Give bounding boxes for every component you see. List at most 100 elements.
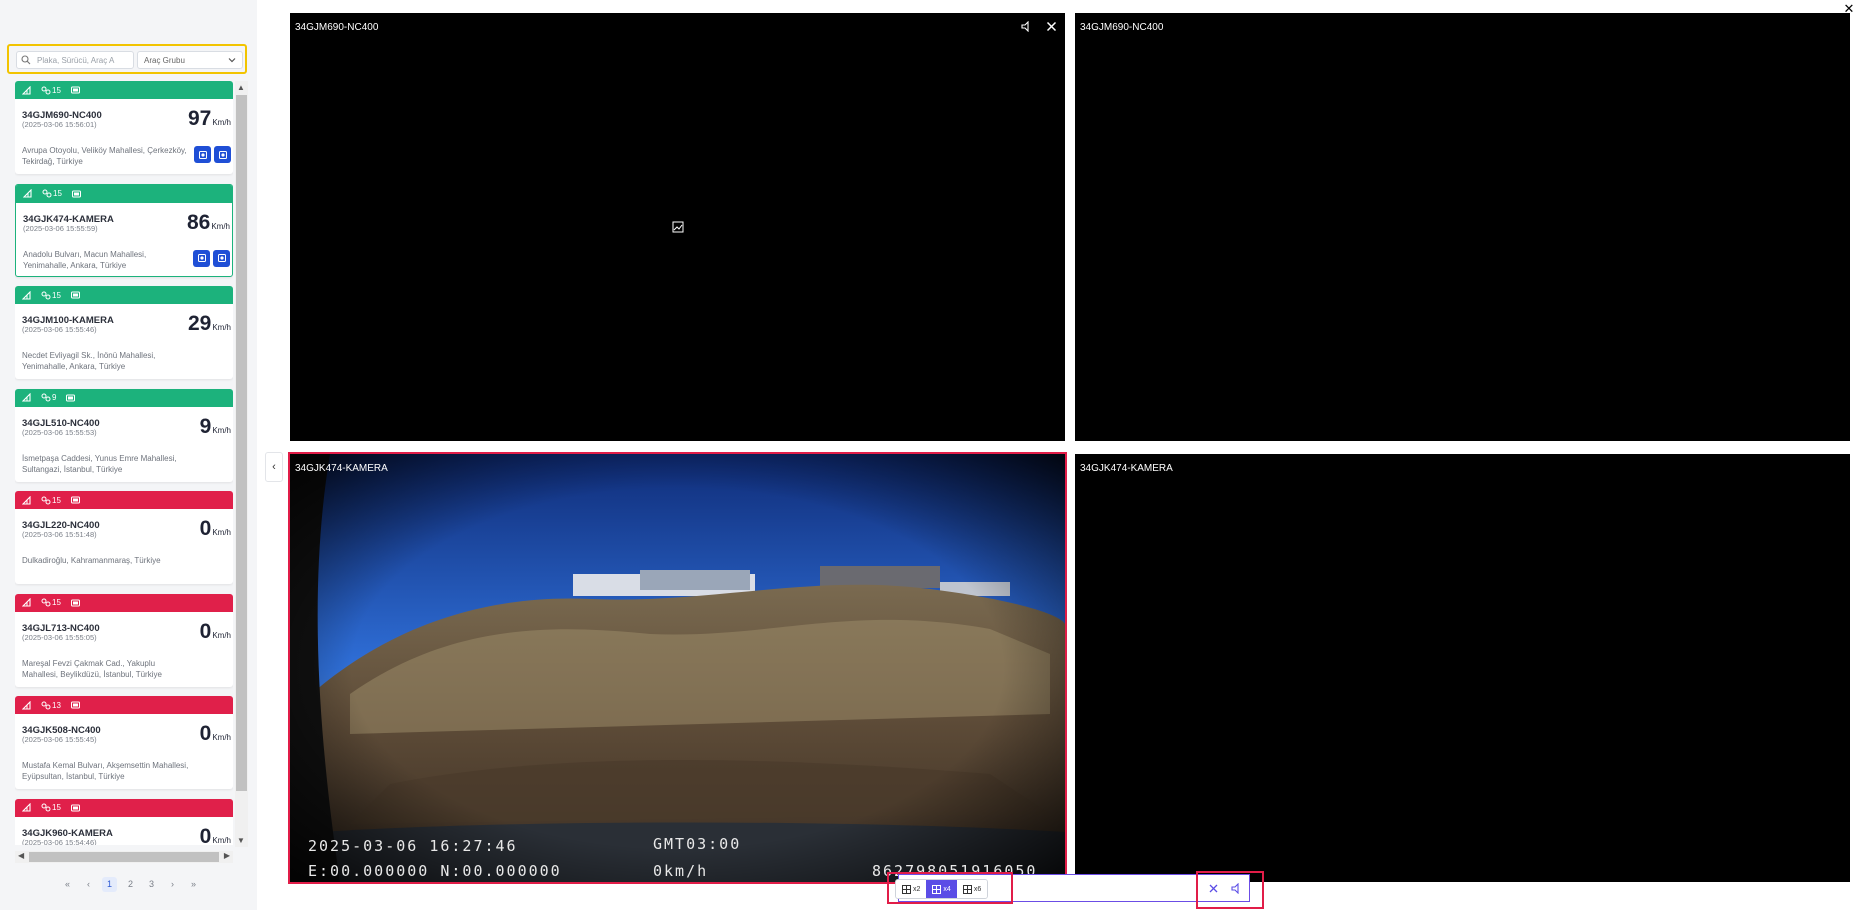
satellite-icon xyxy=(42,189,52,198)
page-button-3[interactable]: 3 xyxy=(144,877,159,892)
vehicle-group-select[interactable]: Araç Grubu xyxy=(137,51,243,69)
layout-x4-label: x4 xyxy=(943,885,951,893)
vehicle-address: Necdet Evliyagil Sk., İnönü Mahallesi, Y… xyxy=(22,351,156,371)
layout-x4-button[interactable]: x4 xyxy=(926,880,957,898)
player-actions xyxy=(1196,871,1264,909)
speed-unit: Km/h xyxy=(212,733,231,742)
vehicle-timestamp: (2025-03-06 15:55:59) xyxy=(23,223,98,233)
list-vertical-scrollbar[interactable]: ▲ ▼ xyxy=(235,81,248,847)
satellite-icon xyxy=(41,496,51,504)
mute-all-icon[interactable] xyxy=(1231,883,1242,894)
vehicle-status-bar: 9 xyxy=(15,388,233,407)
close-all-icon[interactable] xyxy=(1208,883,1219,894)
speed-value: 0 xyxy=(199,722,212,745)
battery-indicator xyxy=(66,394,76,402)
vehicle-card[interactable]: 15 34GJK474-KAMERA (2025-03-06 15:55:59) 86… xyxy=(15,183,233,277)
speed-unit: Km/h xyxy=(212,630,231,640)
vehicle-speed: 29 Km/h xyxy=(188,312,231,336)
first-page-button[interactable]: « xyxy=(60,877,75,892)
mute-icon[interactable] xyxy=(1021,21,1032,32)
vehicle-address: Mareşal Fevzi Çakmak Cad., Yakuplu Mahal… xyxy=(22,658,162,679)
vehicle-card[interactable]: 9 34GJL510-NC400 (2025-03-06 15:55:53) 9 Km/… xyxy=(15,388,233,482)
layout-x6-label: x6 xyxy=(973,885,982,893)
battery-indicator xyxy=(70,804,81,812)
panel-title: 34GJK474-KAMERA xyxy=(295,463,388,474)
camera-2-button[interactable] xyxy=(214,146,231,163)
filter-bar: Araç Grubu xyxy=(7,44,247,74)
camera-1-button[interactable] xyxy=(194,146,211,163)
satellite-count: 15 xyxy=(52,290,61,300)
vehicle-status-bar: 13 xyxy=(15,696,233,714)
battery-icon xyxy=(70,599,80,606)
scroll-left-arrow-icon[interactable]: ◀ xyxy=(18,851,24,860)
signal-indicator xyxy=(22,598,31,607)
next-page-button[interactable]: › xyxy=(165,877,180,892)
layout-x2-button[interactable]: x2 xyxy=(896,880,927,898)
vehicle-speed: 0 Km/h xyxy=(200,517,231,541)
signal-indicator xyxy=(22,393,31,402)
scrollbar-thumb[interactable] xyxy=(236,95,247,791)
battery-indicator xyxy=(70,701,81,709)
vehicle-card[interactable]: 15 34GJK960-KAMERA (2025-03-06 15:54:46) 0 K… xyxy=(15,798,233,846)
prev-page-button[interactable]: ‹ xyxy=(81,877,96,892)
collapse-sidebar-button[interactable]: ‹ xyxy=(265,452,283,482)
satellite-indicator: 15 xyxy=(41,86,61,95)
satellite-indicator: 13 xyxy=(41,701,61,710)
battery-indicator xyxy=(70,496,81,504)
video-panel-1[interactable]: 34GJM690-NC400 xyxy=(290,13,1065,441)
signal-icon xyxy=(22,700,31,710)
scroll-right-arrow-icon[interactable]: ▶ xyxy=(224,851,230,860)
camera-buttons xyxy=(193,249,230,267)
osd-datetime: 2025-03-06 16:27:46 xyxy=(308,837,518,855)
speed-value: 0 xyxy=(199,824,212,846)
satellite-indicator: 15 xyxy=(41,291,61,300)
satellite-indicator: 9 xyxy=(41,393,56,402)
camera-1-button[interactable] xyxy=(193,249,210,267)
satellite-count: 15 xyxy=(52,803,61,812)
scroll-up-arrow-icon[interactable]: ▲ xyxy=(237,83,245,92)
video-panel-4[interactable]: 34GJK474-KAMERA xyxy=(1075,454,1850,882)
camera-2-button[interactable] xyxy=(213,249,230,267)
vehicle-card[interactable]: 13 34GJK508-NC400 (2025-03-06 15:55:45) 0 Km… xyxy=(15,696,233,789)
layout-x6-button[interactable]: x6 xyxy=(956,880,988,898)
vehicle-timestamp: (2025-03-06 15:56:01) xyxy=(22,120,97,129)
scroll-down-arrow-icon[interactable]: ▼ xyxy=(237,836,245,845)
battery-indicator xyxy=(70,599,81,607)
battery-icon xyxy=(66,394,76,401)
satellite-icon xyxy=(41,291,51,299)
chevron-down-icon xyxy=(228,58,236,63)
satellite-indicator: 15 xyxy=(42,189,62,198)
battery-icon xyxy=(70,86,80,94)
vehicle-card[interactable]: 15 34GJM100-KAMERA (2025-03-06 15:55:46) 29… xyxy=(15,286,233,379)
battery-icon xyxy=(70,496,80,504)
battery-icon xyxy=(71,190,81,197)
vehicle-card[interactable]: 15 34GJL220-NC400 (2025-03-06 15:51:48) 0 Km… xyxy=(15,491,233,584)
vehicle-card[interactable]: 15 34GJM690-NC400 (2025-03-06 15:56:01) 97 K… xyxy=(15,81,233,174)
page-button-2[interactable]: 2 xyxy=(123,877,138,892)
vehicle-timestamp: (2025-03-06 15:51:48) xyxy=(22,530,97,539)
vehicle-timestamp: (2025-03-06 15:55:05) xyxy=(22,632,97,642)
layout-selector: x2 x4 x6 xyxy=(887,872,1013,904)
grid-icon xyxy=(962,884,972,894)
signal-icon xyxy=(22,393,31,402)
speed-value: 0 xyxy=(199,619,212,643)
scrollbar-thumb[interactable] xyxy=(29,852,219,862)
video-panel-2[interactable]: 34GJM690-NC400 xyxy=(1075,13,1850,441)
satellite-count: 13 xyxy=(52,700,61,710)
vehicle-status-bar: 15 xyxy=(16,184,232,203)
vehicle-speed: 9 Km/h xyxy=(200,415,231,439)
satellite-count: 15 xyxy=(52,598,61,607)
vehicle-card[interactable]: 15 34GJL713-NC400 (2025-03-06 15:55:05) 0 Km… xyxy=(15,593,233,687)
signal-indicator xyxy=(23,189,32,198)
page-button-1[interactable]: 1 xyxy=(102,877,117,892)
close-panel-icon[interactable] xyxy=(1046,21,1057,32)
satellite-count: 15 xyxy=(52,495,61,505)
search-field[interactable] xyxy=(16,51,134,69)
vehicle-timestamp: (2025-03-06 15:55:53) xyxy=(22,427,97,437)
satellite-icon xyxy=(41,393,51,402)
search-input[interactable] xyxy=(37,53,131,67)
list-horizontal-scrollbar[interactable]: ◀ ▶ xyxy=(15,851,233,863)
video-panel-3[interactable]: 34GJK474-KAMERA 2025-03-06 16:27:46 GMT0… xyxy=(288,452,1067,884)
camera-icon xyxy=(217,254,226,262)
last-page-button[interactable]: » xyxy=(186,877,201,892)
